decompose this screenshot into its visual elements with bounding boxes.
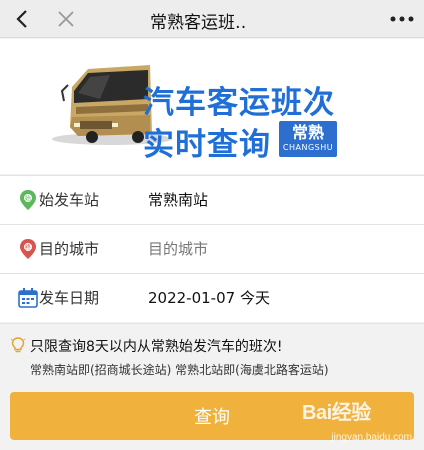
page-title: 常熟客运班‥ bbox=[150, 13, 247, 33]
location-pin-green-icon: 始 bbox=[18, 189, 38, 211]
top-navigation-bar: 常熟客运班‥ bbox=[0, 0, 424, 38]
svg-text:始: 始 bbox=[25, 195, 31, 203]
date-value[interactable]: 2022-01-07 今天 bbox=[148, 287, 270, 308]
svg-text:终: 终 bbox=[25, 244, 31, 252]
city-badge: 常熟 CHANGSHU bbox=[279, 121, 337, 157]
destination-city-row[interactable]: 终 目的城市 bbox=[0, 224, 424, 273]
banner: 汽车客运班次 实时查询 常熟 CHANGSHU bbox=[0, 39, 424, 174]
city-badge-cn: 常熟 bbox=[291, 123, 324, 142]
baidu-watermark: Bai经验 jingyan.baidu.com bbox=[302, 396, 412, 446]
notice-text: 只限查询8天以内从常熟始发汽车的班次! bbox=[30, 339, 283, 355]
chevron-left-icon[interactable] bbox=[10, 6, 36, 32]
notice-station-info: 常熟南站即(招商城长途站) 常熟北站即(海虞北路客运站) bbox=[30, 363, 329, 377]
location-pin-red-icon: 终 bbox=[18, 238, 38, 260]
departure-label: 始发车站 bbox=[39, 191, 100, 209]
city-badge-en: CHANGSHU bbox=[282, 143, 334, 152]
search-form: 始 始发车站 常熟南站 终 目的城市 目的城市 发车日期 2022-01-07 … bbox=[0, 175, 424, 322]
departure-date-row[interactable]: 发车日期 2022-01-07 今天 bbox=[0, 273, 424, 322]
watermark-url: jingyan.baidu.com bbox=[331, 432, 412, 443]
destination-input[interactable] bbox=[148, 235, 398, 263]
departure-station-row[interactable]: 始 始发车站 常熟南站 bbox=[0, 175, 424, 224]
destination-label: 目的城市 bbox=[39, 240, 100, 258]
banner-title-line1: 汽车客运班次 bbox=[143, 85, 335, 121]
date-label: 发车日期 bbox=[39, 289, 100, 307]
notice-panel: 只限查询8天以内从常熟始发汽车的班次! 常熟南站即(招商城长途站) 常熟北站即(… bbox=[0, 323, 424, 385]
calendar-icon bbox=[18, 287, 38, 309]
close-icon[interactable] bbox=[53, 6, 79, 32]
departure-value[interactable]: 常熟南站 bbox=[148, 189, 208, 210]
lightbulb-icon bbox=[10, 336, 26, 354]
watermark-logo: Bai经验 bbox=[302, 402, 371, 424]
banner-title-line2: 实时查询 bbox=[143, 127, 271, 163]
more-icon[interactable] bbox=[388, 6, 416, 32]
